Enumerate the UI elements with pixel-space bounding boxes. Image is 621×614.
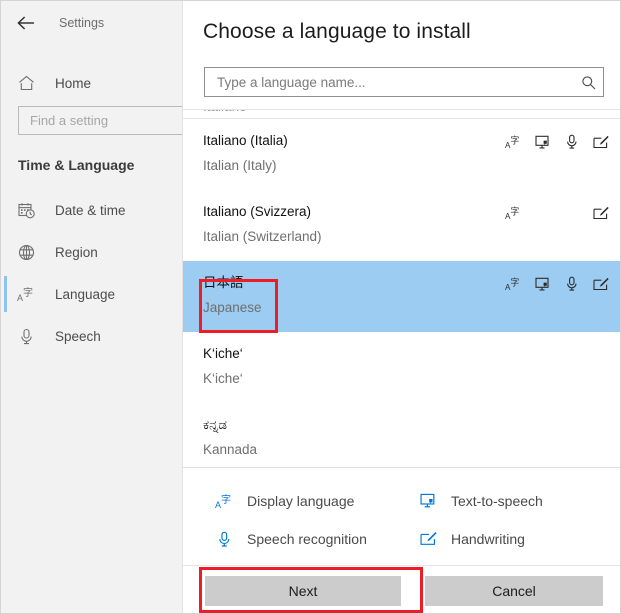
language-feature-icons: A 字 — [505, 133, 609, 151]
sidebar-item-speech[interactable]: Speech — [1, 315, 181, 357]
next-button[interactable]: Next — [205, 576, 401, 606]
legend-speech-recognition: Speech recognition — [183, 531, 403, 548]
list-item[interactable]: ಕನ್ನಡ Kannada — [183, 403, 621, 466]
sidebar-header: Settings — [1, 5, 181, 41]
speech-recognition-icon — [213, 531, 235, 548]
page-title: Choose a language to install — [203, 20, 471, 44]
legend-text-to-speech: Text-to-speech — [403, 493, 621, 509]
legend-handwriting: Handwriting — [403, 531, 621, 547]
find-a-setting-input[interactable]: Find a setting — [18, 106, 196, 135]
settings-window: Settings Home Find a setting Time & Lang… — [0, 0, 621, 614]
svg-text:字: 字 — [221, 493, 231, 506]
feature-legend: A 字 Display language Text-to-sp — [183, 467, 621, 565]
list-item[interactable]: Italiano (Svizzera) Italian (Switzerland… — [183, 190, 621, 261]
choose-language-panel: Choose a language to install Type a lang… — [182, 1, 621, 614]
window-title: Settings — [59, 16, 104, 30]
sidebar-item-region-label: Region — [55, 245, 98, 260]
text-to-speech-icon — [534, 133, 551, 151]
sidebar-item-home-label: Home — [55, 76, 91, 91]
search-icon[interactable] — [573, 75, 603, 90]
language-feature-icons: A 字 — [505, 275, 609, 293]
legend-row-bottom: Speech recognition Handwriting — [183, 520, 621, 558]
language-english-name: Italian (Switzerland) — [203, 227, 621, 246]
list-item[interactable]: Italiano (Italia) Italian (Italy) A 字 — [183, 119, 621, 190]
language-english-name: Kannada — [203, 440, 621, 459]
display-language-icon: A 字 — [213, 493, 235, 510]
legend-display-language: A 字 Display language — [183, 493, 403, 510]
clipped-list-row-label: Italiano — [203, 110, 247, 114]
handwriting-icon — [417, 531, 439, 547]
handwriting-icon — [592, 133, 609, 151]
legend-text-to-speech-label: Text-to-speech — [451, 493, 543, 509]
language-english-name: Japanese — [203, 298, 621, 317]
legend-display-language-label: Display language — [247, 493, 354, 509]
sidebar-item-date-time-label: Date & time — [55, 203, 126, 218]
language-list[interactable]: Italiano Italiano (Italia) Italian (Ital… — [183, 109, 621, 466]
dialog-footer: Next Cancel — [183, 565, 621, 614]
speech-recognition-icon — [563, 275, 580, 293]
microphone-icon — [15, 328, 37, 345]
sidebar-item-language[interactable]: A 字 Language — [1, 273, 181, 315]
list-item-selected[interactable]: 日本語 Japanese A 字 — [183, 261, 621, 332]
calendar-clock-icon — [15, 202, 37, 219]
language-english-name: Italian (Italy) — [203, 156, 621, 175]
sidebar-item-language-label: Language — [55, 287, 115, 302]
display-language-icon: A 字 — [505, 204, 522, 222]
handwriting-icon — [592, 275, 609, 293]
svg-text:字: 字 — [510, 276, 519, 288]
sidebar-item-date-time[interactable]: Date & time — [1, 189, 181, 231]
sidebar-item-speech-label: Speech — [55, 329, 101, 344]
handwriting-icon — [592, 204, 609, 222]
sidebar-section-title: Time & Language — [18, 157, 134, 173]
home-icon — [15, 75, 37, 91]
language-feature-icons: A 字 — [505, 204, 609, 222]
display-language-icon: A 字 — [505, 275, 522, 293]
language-search-placeholder: Type a language name... — [205, 75, 573, 90]
back-arrow-icon[interactable] — [15, 12, 37, 34]
sidebar-nav-list: Date & time Region A 字 — [1, 189, 181, 357]
text-to-speech-icon — [417, 493, 439, 509]
language-icon: A 字 — [15, 286, 37, 303]
language-search-input[interactable]: Type a language name... — [204, 67, 604, 97]
svg-text:字: 字 — [510, 134, 519, 146]
sidebar-item-home[interactable]: Home — [1, 63, 181, 103]
sidebar-item-region[interactable]: Region — [1, 231, 181, 273]
speech-recognition-icon — [563, 133, 580, 151]
language-native-name: ಕನ್ನಡ — [203, 415, 621, 434]
cancel-button[interactable]: Cancel — [425, 576, 603, 606]
display-language-icon: A 字 — [505, 133, 522, 151]
svg-text:字: 字 — [23, 286, 33, 299]
sidebar: Settings Home Find a setting Time & Lang… — [1, 1, 181, 614]
legend-speech-recognition-label: Speech recognition — [247, 531, 367, 547]
list-item[interactable]: K‘iche‘ K‘iche‘ — [183, 332, 621, 403]
language-native-name: K‘iche‘ — [203, 344, 621, 363]
clipped-list-row: Italiano — [183, 110, 621, 119]
svg-text:字: 字 — [510, 205, 519, 217]
legend-handwriting-label: Handwriting — [451, 531, 525, 547]
language-english-name: K‘iche‘ — [203, 369, 621, 388]
text-to-speech-icon — [534, 275, 551, 293]
legend-row-top: A 字 Display language Text-to-sp — [183, 482, 621, 520]
find-a-setting-placeholder: Find a setting — [30, 113, 108, 128]
globe-icon — [15, 244, 37, 261]
